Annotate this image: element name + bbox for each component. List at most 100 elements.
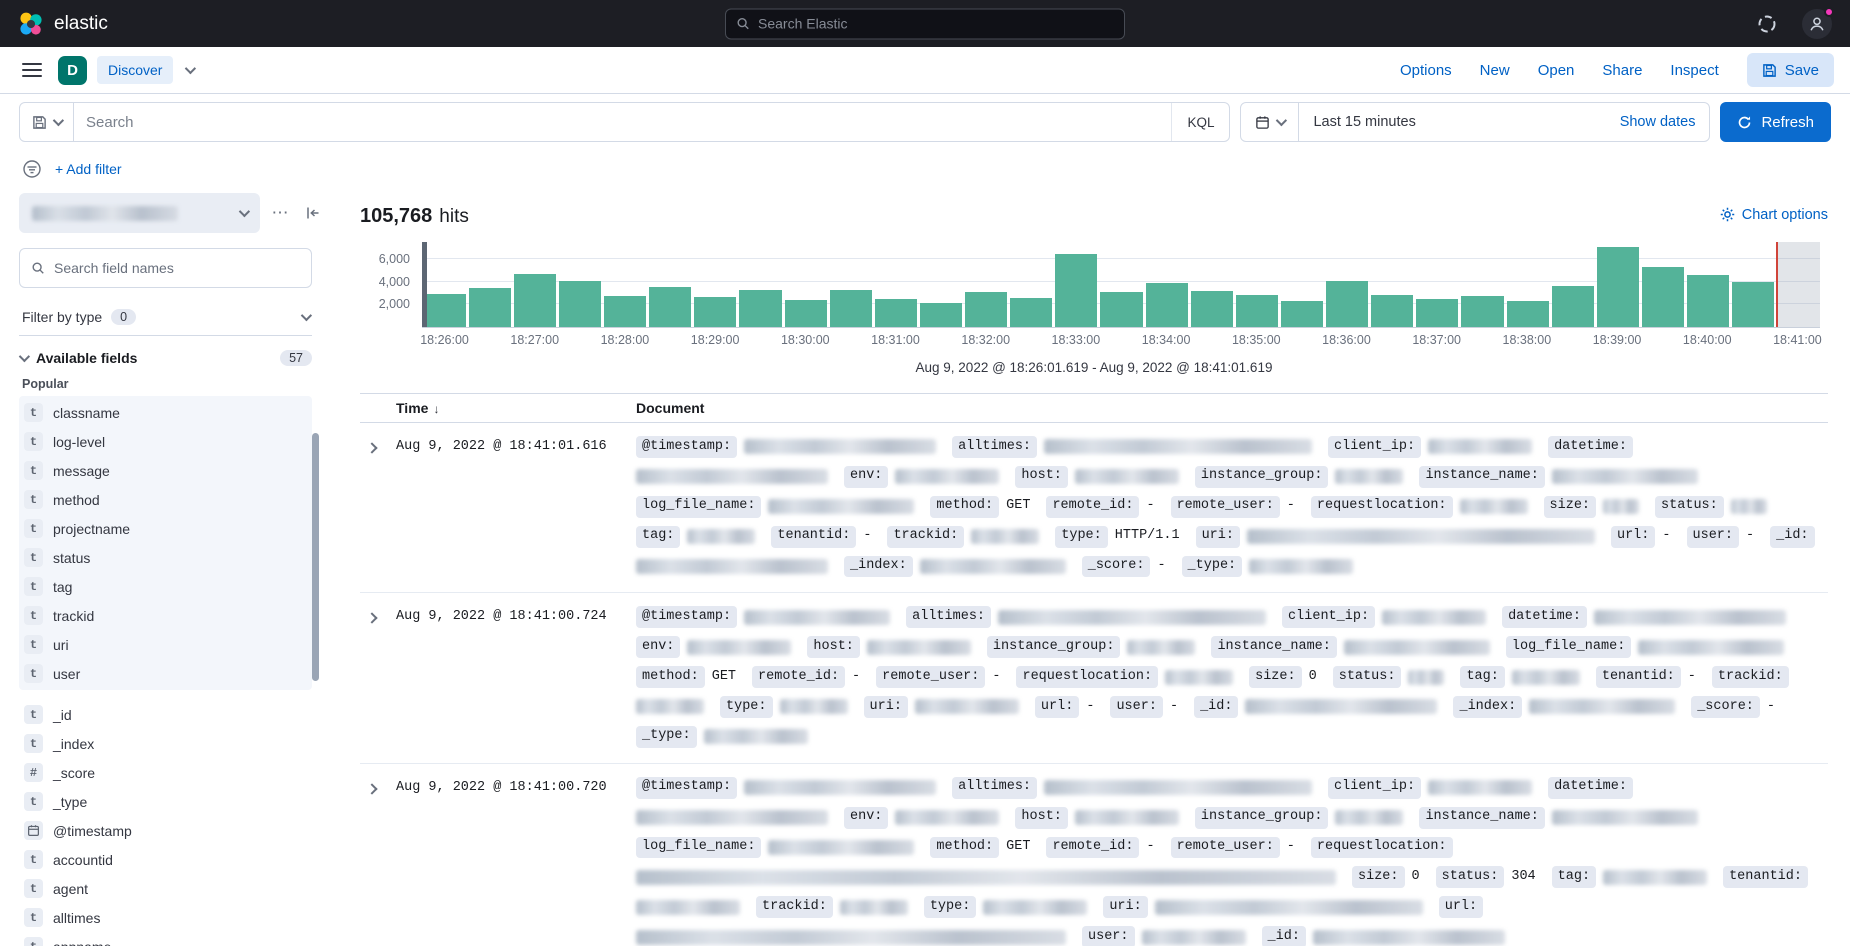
expand-document-button[interactable] (360, 777, 384, 801)
doc-field-value: GET (712, 669, 736, 686)
breadcrumb-discover[interactable]: Discover (97, 56, 173, 84)
kql-query-input[interactable] (74, 114, 1171, 131)
share-link[interactable]: Share (1602, 62, 1642, 79)
doc-field-label: status: (1655, 496, 1724, 518)
text-field-icon: t (24, 403, 43, 422)
text-field-icon: t (24, 548, 43, 567)
doc-field-label: user: (1110, 696, 1163, 718)
field-item-classname[interactable]: tclassname (19, 398, 312, 427)
doc-field-label: remote_user: (1171, 837, 1280, 859)
text-field-icon: t (24, 490, 43, 509)
doc-field-value: 0 (1309, 669, 1317, 686)
filter-menu-icon[interactable] (21, 158, 43, 180)
open-link[interactable]: Open (1538, 62, 1575, 79)
x-axis-tick-label: 18:31:00 (871, 333, 920, 347)
doc-field-label: uri: (1103, 896, 1147, 918)
histogram-bar (1010, 298, 1052, 327)
user-avatar[interactable] (1802, 9, 1832, 39)
document-timestamp: Aug 9, 2022 @ 18:41:01.616 (396, 436, 636, 454)
time-range-value[interactable]: Last 15 minutes (1299, 114, 1429, 130)
doc-field-label: alltimes: (952, 777, 1037, 799)
time-column-header[interactable]: Time↓ (396, 400, 636, 416)
x-axis-tick-label: 18:28:00 (601, 333, 650, 347)
doc-field-label: @timestamp: (636, 606, 737, 628)
popular-section-label: Popular (19, 377, 312, 391)
field-item-tag[interactable]: ttag (19, 572, 312, 601)
doc-field-value-redacted (998, 610, 1266, 625)
global-search-input[interactable] (758, 16, 1114, 32)
doc-field-label: instance_name: (1211, 636, 1336, 658)
inspect-link[interactable]: Inspect (1670, 62, 1718, 79)
doc-field-label: remote_user: (1171, 496, 1280, 518)
field-item-trackid[interactable]: ttrackid (19, 601, 312, 630)
expand-document-button[interactable] (360, 436, 384, 460)
refresh-button[interactable]: Refresh (1720, 102, 1831, 142)
doc-field-value-redacted (1249, 559, 1353, 574)
document-summary: @timestamp:alltimes:client_ip:datetime:e… (636, 606, 1828, 747)
doc-field-label: url: (1035, 696, 1079, 718)
filter-by-type-select[interactable]: Filter by type 0 (19, 298, 312, 336)
help-ring-icon[interactable] (1752, 9, 1782, 39)
histogram-plot[interactable]: 2,0004,0006,000 (422, 242, 1820, 328)
field-item-_type[interactable]: t_type (19, 787, 312, 816)
text-field-icon: t (24, 705, 43, 724)
more-options-icon[interactable]: ⋯ (267, 200, 293, 226)
new-link[interactable]: New (1480, 62, 1510, 79)
field-item-_id[interactable]: t_id (19, 700, 312, 729)
field-item-agent[interactable]: tagent (19, 874, 312, 903)
doc-field-value: - (1170, 699, 1178, 716)
field-item-appname[interactable]: tappname (19, 932, 312, 946)
discover-main: 105,768 hits Chart options 2,0004,0006,0… (336, 187, 1850, 946)
query-bar: KQL Last 15 minutes Show dates Refresh (0, 94, 1850, 150)
field-name: method (53, 492, 100, 508)
doc-field-label: type: (1055, 526, 1108, 548)
field-item-_score[interactable]: #_score (19, 758, 312, 787)
global-search[interactable] (725, 8, 1125, 39)
index-pattern-selector[interactable] (19, 193, 260, 233)
expand-document-button[interactable] (360, 606, 384, 630)
chart-options-button[interactable]: Chart options (1720, 207, 1828, 223)
field-item-status[interactable]: tstatus (19, 543, 312, 572)
available-fields-label: Available fields (36, 350, 137, 366)
elastic-brand[interactable]: elastic (18, 11, 108, 37)
doc-field-value: - (1287, 498, 1295, 515)
field-item-log-level[interactable]: tlog-level (19, 427, 312, 456)
kql-language-button[interactable]: KQL (1171, 103, 1229, 141)
doc-field-value: - (1287, 839, 1295, 856)
collapse-sidebar-icon[interactable] (300, 200, 326, 226)
field-item-uri[interactable]: turi (19, 630, 312, 659)
field-name: status (53, 550, 90, 566)
field-search[interactable] (19, 248, 312, 288)
breadcrumb-chevron-icon[interactable] (185, 63, 196, 74)
doc-field-value: - (992, 669, 1000, 686)
save-button[interactable]: Save (1747, 53, 1834, 87)
y-axis-tick-label: 2,000 (360, 297, 410, 311)
field-name: log-level (53, 434, 105, 450)
doc-field-label: method: (930, 837, 999, 859)
doc-field-label: instance_name: (1419, 807, 1544, 829)
field-item-projectname[interactable]: tprojectname (19, 514, 312, 543)
field-item-alltimes[interactable]: talltimes (19, 903, 312, 932)
options-link[interactable]: Options (1400, 62, 1452, 79)
saved-query-menu-button[interactable] (20, 103, 74, 141)
search-icon (736, 17, 750, 31)
menu-icon[interactable] (22, 63, 42, 77)
field-item-_index[interactable]: t_index (19, 729, 312, 758)
text-field-icon: t (24, 908, 43, 927)
field-search-input[interactable] (54, 260, 300, 276)
date-picker-menu-button[interactable] (1241, 103, 1299, 141)
field-item-@timestamp[interactable]: @timestamp (19, 816, 312, 845)
field-item-user[interactable]: tuser (19, 659, 312, 688)
refresh-icon (1737, 115, 1752, 130)
x-axis-tick-label: 18:36:00 (1322, 333, 1371, 347)
available-fields-accordion[interactable]: Available fields 57 (19, 345, 312, 371)
doc-field-value-redacted (744, 439, 936, 454)
field-item-accountid[interactable]: taccountid (19, 845, 312, 874)
field-item-message[interactable]: tmessage (19, 456, 312, 485)
histogram-bar (1461, 296, 1503, 327)
field-item-method[interactable]: tmethod (19, 485, 312, 514)
doc-field-label: tenantid: (1596, 666, 1681, 688)
add-filter-button[interactable]: + Add filter (55, 161, 122, 177)
sidebar-scrollbar-thumb[interactable] (312, 433, 319, 681)
show-dates-button[interactable]: Show dates (1606, 114, 1710, 130)
